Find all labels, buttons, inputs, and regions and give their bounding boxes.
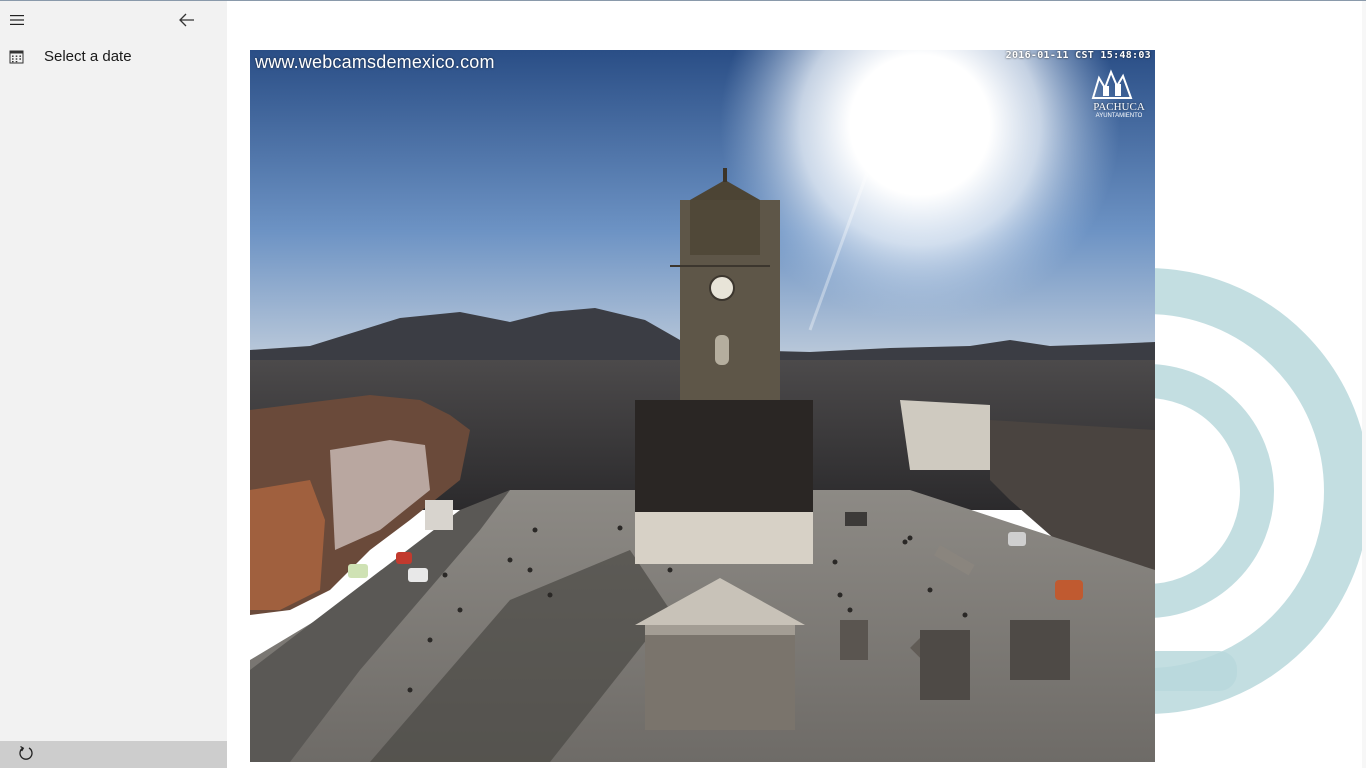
sidebar: Select a date	[0, 1, 227, 768]
logo-name: PACHUCA	[1093, 101, 1145, 113]
nav-item-select-date[interactable]: Select a date	[0, 39, 227, 73]
webcam-image: www.webcamsdemexico.com 2016-01-11 CST 1…	[250, 50, 1155, 762]
pachuca-logo: PACHUCA AYUNTAMIENTO	[1089, 68, 1149, 134]
hamburger-menu-button[interactable]	[4, 9, 30, 35]
calendar-icon	[8, 48, 24, 64]
back-button[interactable]	[172, 7, 202, 37]
refresh-icon	[18, 745, 34, 766]
sidebar-footer	[0, 741, 227, 768]
back-arrow-icon	[178, 13, 196, 32]
main-content: www.webcamsdemexico.com 2016-01-11 CST 1…	[227, 1, 1366, 768]
hamburger-icon	[9, 13, 25, 31]
refresh-button[interactable]	[14, 744, 38, 766]
logo-sub: AYUNTAMIENTO	[1095, 113, 1143, 119]
app-window: Select a date www.webcamsdemexico.com 20…	[0, 0, 1366, 768]
right-edge	[1362, 1, 1366, 768]
webcam-url-watermark: www.webcamsdemexico.com	[255, 52, 495, 72]
webcam-timestamp: 2016-01-11 CST 15:48:03	[1005, 50, 1151, 61]
city-crest-icon	[1091, 69, 1133, 99]
nav-item-label: Select a date	[44, 47, 132, 65]
